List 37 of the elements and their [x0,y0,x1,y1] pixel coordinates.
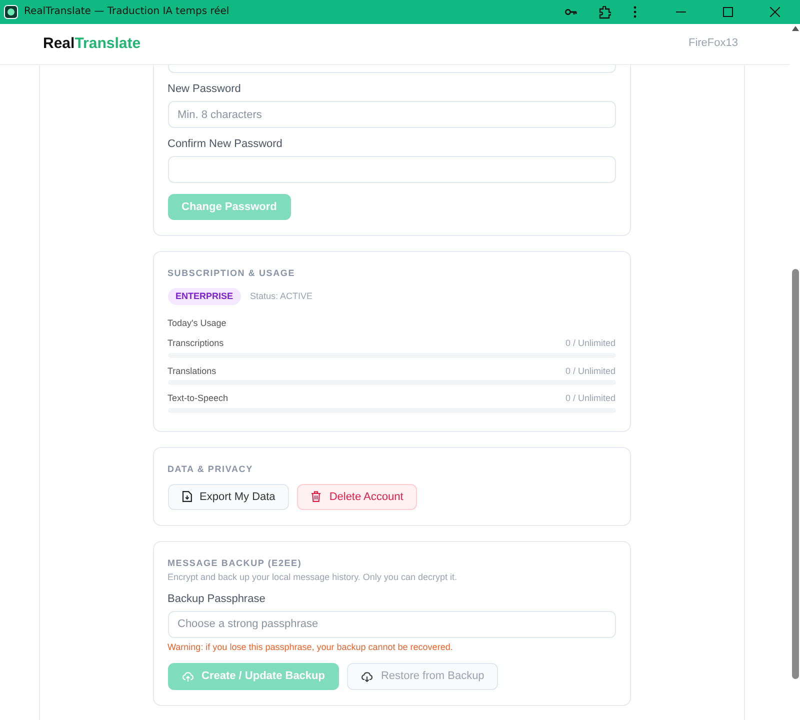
passphrase-field[interactable]: Choose a strong passphrase [168,610,616,638]
close-icon[interactable] [770,7,780,17]
username: FireFox13 [688,37,738,51]
usage-label: Text-to-Speech [168,393,228,404]
puzzle-icon[interactable] [599,6,611,18]
trash-icon [311,491,322,502]
cloud-download-icon [360,670,373,682]
usage-reading: 0 / Unlimited [565,366,616,376]
file-icon [182,491,192,502]
usage-label: Transcriptions [168,338,224,349]
warning-text: Warning: if you lose this passphrase, your backup cannot be recovered. [168,642,454,653]
menu-icon[interactable] [633,6,637,18]
section-heading: SUBSCRIPTION & USAGE [168,268,296,280]
maximize-icon[interactable] [723,7,733,17]
section-description: Encrypt and back up your local message history. Only you can decrypt it. [168,572,458,583]
input-field[interactable] [168,156,616,184]
export-data-button[interactable]: Export My Data [168,484,290,510]
field-label: New Password [168,83,242,96]
usage-reading: 0 / Unlimited [565,338,616,349]
usage-reading: 0 / Unlimited [565,393,616,404]
app-logo[interactable]: RealTranslate [43,35,141,53]
section-heading: DATA & PRIVACY [168,464,254,475]
input-field[interactable]: Min. 8 characters [168,101,616,128]
usage-label: Translations [168,366,216,376]
delete-account-button[interactable]: Delete Account [297,484,418,510]
window-title: RealTranslate — Traduction IA temps réel [24,6,230,18]
usage-title: Today's Usage [168,318,228,329]
cloud-upload-icon [182,670,194,682]
section-heading: MESSAGE BACKUP (E2EE) [168,558,303,569]
field-label: Confirm New Password [168,138,284,152]
key-icon[interactable] [565,8,577,16]
plan-badge: ENTERPRISE [168,288,242,305]
scrollbar-thumb[interactable] [792,269,798,679]
scroll-up-icon[interactable] [792,26,798,31]
status-text: Status: ACTIVE [250,291,313,302]
app-icon [4,5,18,19]
field-label: Backup Passphrase [168,592,266,606]
